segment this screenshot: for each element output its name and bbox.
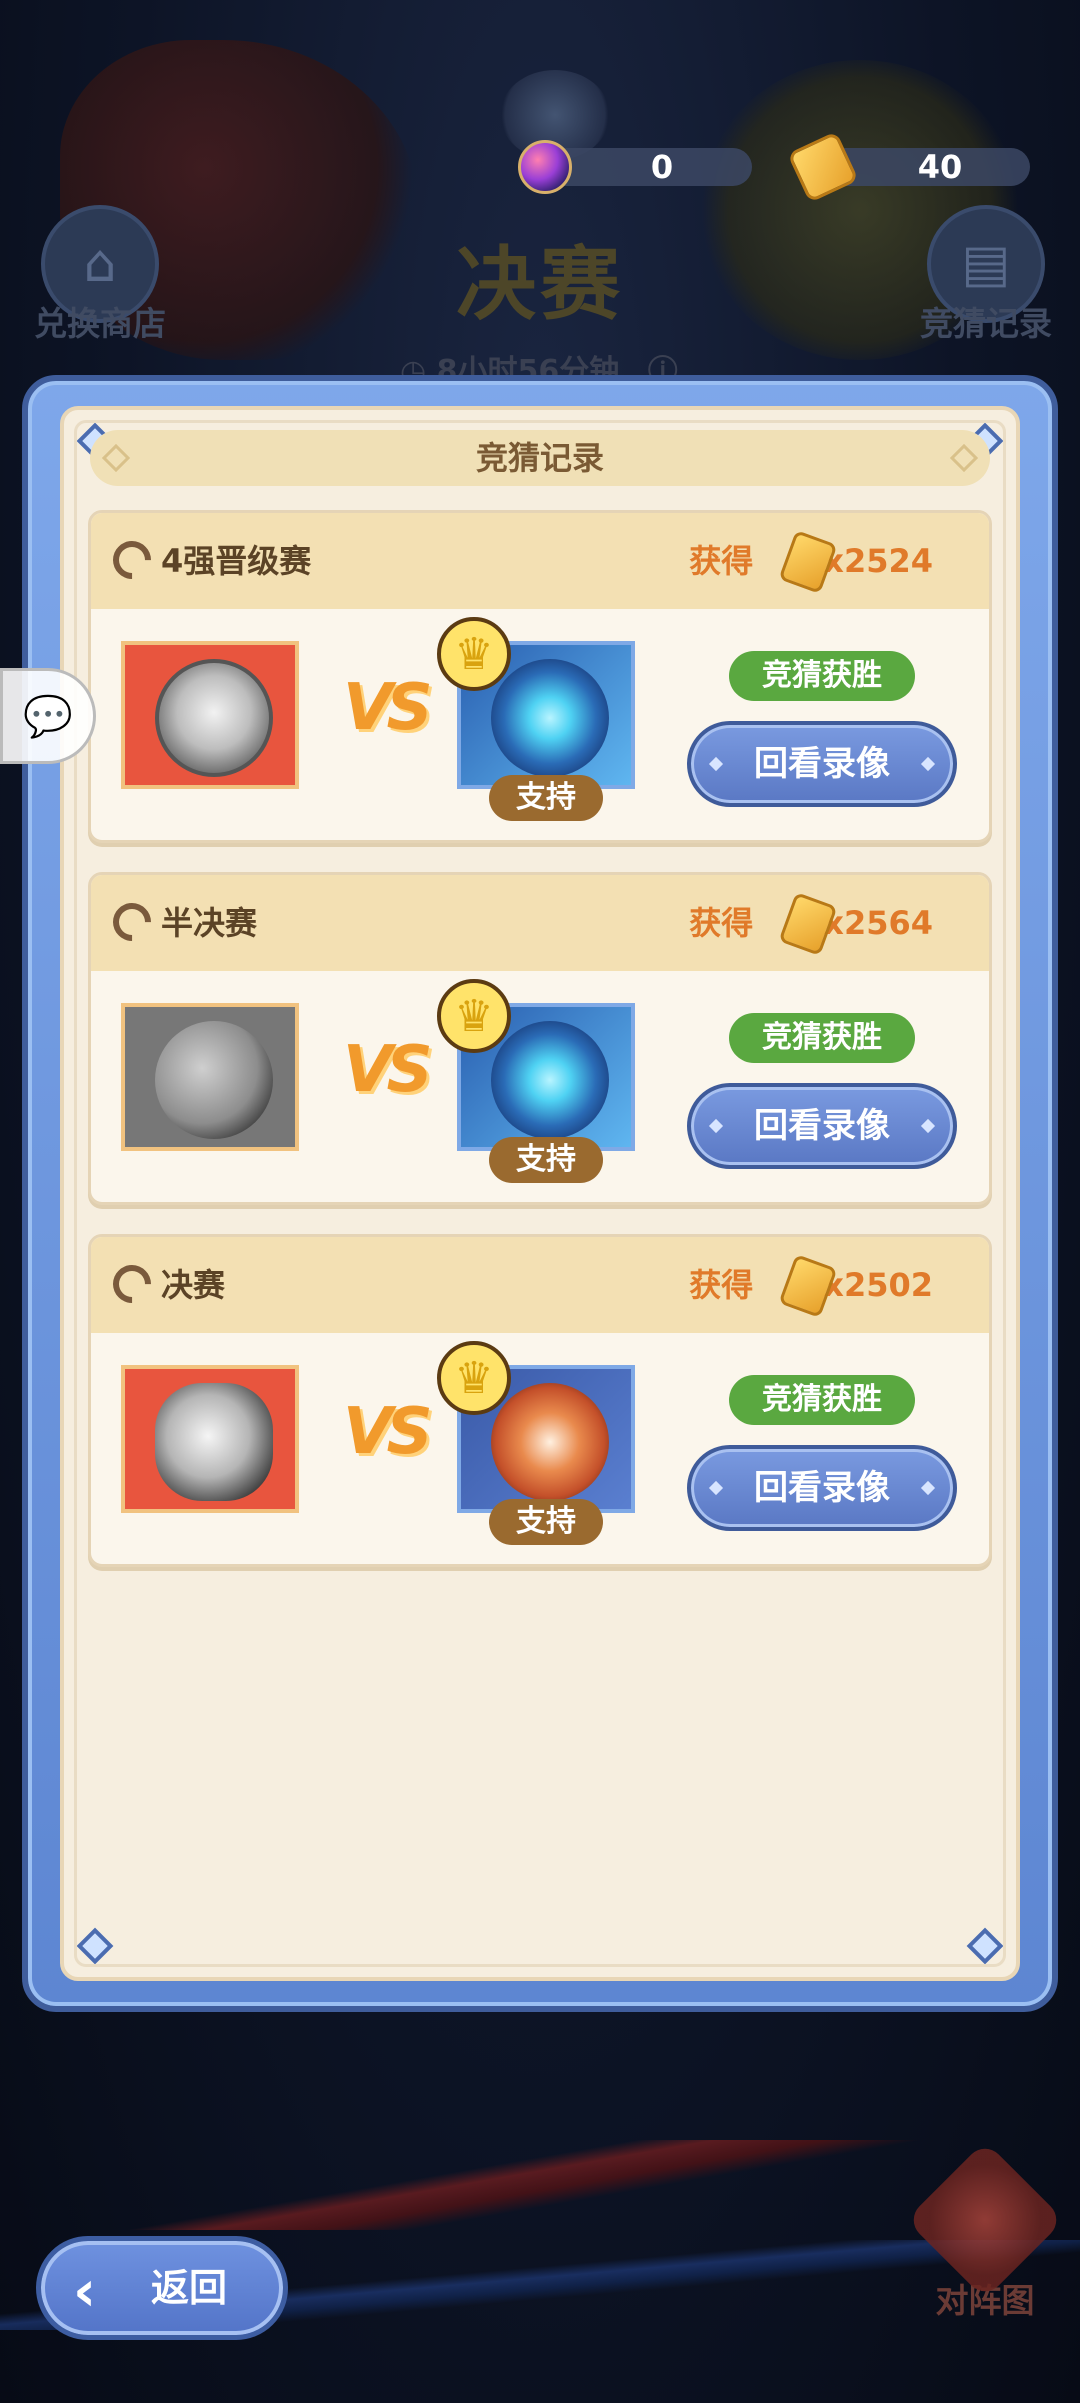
hero-silhouette bbox=[155, 659, 273, 777]
sparkle-icon bbox=[920, 756, 936, 772]
back-arrow-icon: ‹ bbox=[73, 2259, 97, 2324]
gem-count: 0 bbox=[650, 148, 674, 186]
diamond-ornament bbox=[101, 443, 131, 473]
stage-title: 决赛 bbox=[456, 238, 624, 331]
reward-amount: x2564 bbox=[823, 904, 933, 942]
guess-record-label: 竞猜记录 bbox=[920, 304, 1052, 343]
reward-amount: x2524 bbox=[823, 542, 933, 580]
replay-label: 回看录像 bbox=[754, 1106, 890, 1146]
crown-icon: ♛ bbox=[437, 1341, 511, 1415]
support-tag: 支持 bbox=[489, 775, 603, 821]
chat-icon: 💬 bbox=[23, 693, 73, 740]
win-badge: 竞猜获胜 bbox=[729, 1013, 915, 1063]
record-card-header: 半决赛 获得 x2564 bbox=[91, 875, 989, 971]
dialog-title-bar: 竞猜记录 bbox=[90, 430, 990, 486]
chat-bubble-button[interactable]: 💬 bbox=[0, 668, 96, 764]
support-tag: 支持 bbox=[489, 1137, 603, 1183]
diamond-ornament bbox=[949, 443, 979, 473]
win-badge: 竞猜获胜 bbox=[729, 651, 915, 701]
support-tag: 支持 bbox=[489, 1499, 603, 1545]
win-badge: 竞猜获胜 bbox=[729, 1375, 915, 1425]
corner-ornament bbox=[966, 1927, 1004, 1965]
sparkle-icon bbox=[708, 1118, 724, 1134]
opponent-portrait[interactable] bbox=[121, 641, 299, 789]
back-button[interactable]: ‹ 返回 bbox=[36, 2236, 288, 2340]
round-name: 决赛 bbox=[161, 1266, 226, 1304]
crown-icon: ♛ bbox=[437, 617, 511, 691]
sparkle-icon bbox=[708, 756, 724, 772]
replay-label: 回看录像 bbox=[754, 744, 890, 784]
hero-silhouette bbox=[491, 1383, 609, 1501]
vs-label: VS bbox=[343, 1033, 433, 1107]
ticket-count: 40 bbox=[917, 148, 963, 186]
sparkle-icon bbox=[920, 1480, 936, 1496]
replay-button[interactable]: 回看录像 bbox=[687, 1083, 957, 1169]
hero-silhouette bbox=[155, 1021, 273, 1139]
vs-label: VS bbox=[343, 671, 433, 745]
gem-icon bbox=[518, 140, 572, 194]
gain-label: 获得 bbox=[689, 904, 754, 942]
lineup-button[interactable]: 对阵图 bbox=[900, 2140, 1070, 2322]
record-card-header: 决赛 获得 x2502 bbox=[91, 1237, 989, 1333]
moon-icon bbox=[105, 1257, 159, 1311]
hero-silhouette bbox=[491, 1021, 609, 1139]
sparkle-icon bbox=[920, 1118, 936, 1134]
guess-record-button[interactable]: ▤ 竞猜记录 bbox=[906, 205, 1066, 345]
record-card: 半决赛 获得 x2564 VS ♛ 支持 竞猜获胜 回看录像 bbox=[88, 872, 992, 1205]
opponent-portrait[interactable] bbox=[121, 1003, 299, 1151]
corner-ornament bbox=[76, 1927, 114, 1965]
gem-counter: 0 bbox=[518, 140, 752, 194]
vs-label: VS bbox=[343, 1395, 433, 1469]
gain-label: 获得 bbox=[689, 1266, 754, 1304]
sparkle-icon bbox=[708, 1480, 724, 1496]
record-card-header: 4强晋级赛 获得 x2524 bbox=[91, 513, 989, 609]
round-name: 4强晋级赛 bbox=[161, 542, 312, 580]
ticket-counter: 40 bbox=[787, 131, 1030, 203]
gain-label: 获得 bbox=[689, 542, 754, 580]
replay-button[interactable]: 回看录像 bbox=[687, 1445, 957, 1531]
replay-button[interactable]: 回看录像 bbox=[687, 721, 957, 807]
opponent-portrait[interactable] bbox=[121, 1365, 299, 1513]
reward-amount: x2502 bbox=[823, 1266, 933, 1304]
back-label: 返回 bbox=[151, 2266, 228, 2310]
dialog-title: 竞猜记录 bbox=[475, 439, 604, 477]
moon-icon bbox=[105, 895, 159, 949]
exchange-shop-button[interactable]: ⌂ 兑换商店 bbox=[20, 205, 180, 345]
record-card: 决赛 获得 x2502 VS ♛ 支持 竞猜获胜 回看录像 bbox=[88, 1234, 992, 1567]
crown-icon: ♛ bbox=[437, 979, 511, 1053]
moon-icon bbox=[105, 533, 159, 587]
exchange-shop-label: 兑换商店 bbox=[34, 304, 166, 343]
hero-silhouette bbox=[491, 659, 609, 777]
record-card: 4强晋级赛 获得 x2524 VS ♛ 支持 竞猜获胜 回看录像 bbox=[88, 510, 992, 843]
hero-silhouette bbox=[155, 1383, 273, 1501]
replay-label: 回看录像 bbox=[754, 1468, 890, 1508]
round-name: 半决赛 bbox=[161, 904, 258, 942]
